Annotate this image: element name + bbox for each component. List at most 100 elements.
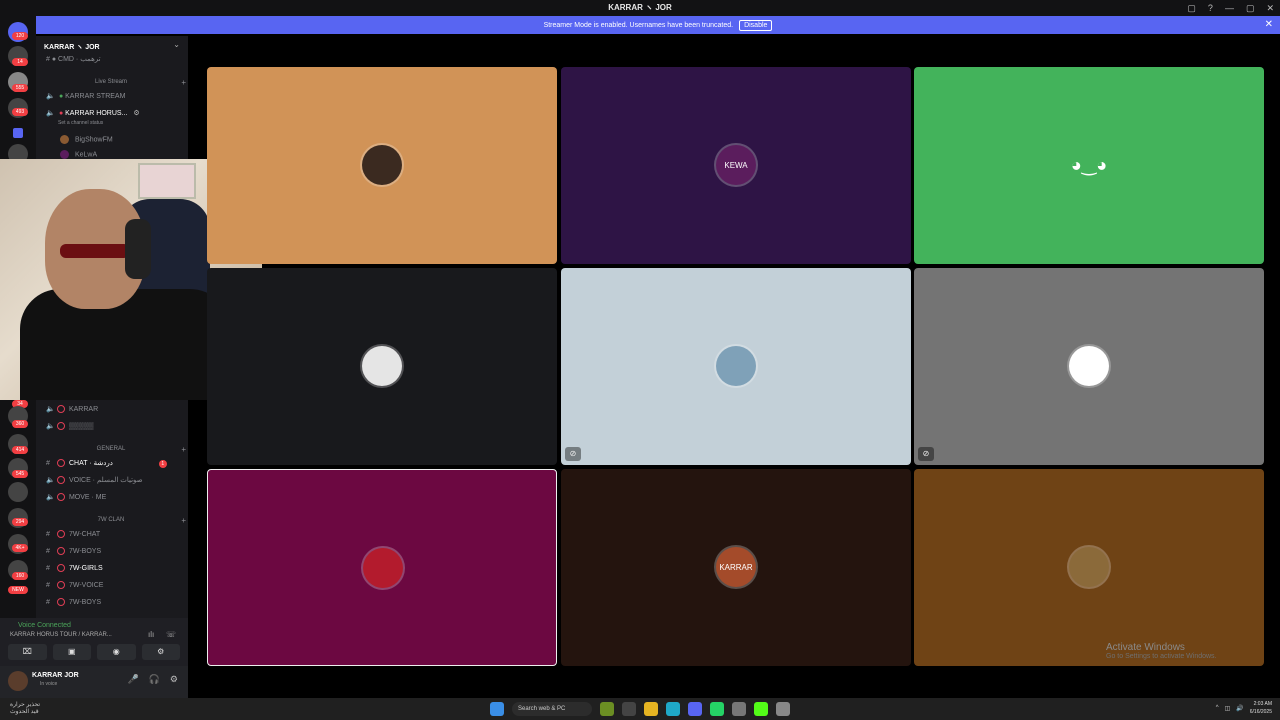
add-channel-icon[interactable]: + (181, 516, 186, 525)
weather-widget[interactable]: تحذير حرارة قيد الحدوث (10, 702, 40, 716)
channel-7w-voice[interactable]: # 7W-VOICE (46, 581, 103, 589)
channel-move[interactable]: 🔈 MOVE · ME (46, 493, 107, 502)
channel-7w-boys[interactable]: # 7W-BOYS (46, 547, 101, 555)
user-label: KeLwA (74, 151, 98, 159)
maximize-button[interactable]: ▢ (1246, 3, 1255, 14)
video-tile-selected[interactable] (207, 469, 557, 666)
settings-icon[interactable]: ⚙ (133, 110, 139, 117)
video-tile[interactable]: ⊘ (561, 268, 911, 465)
headphones-icon[interactable]: 🎧 (149, 674, 160, 685)
hash-icon: # (46, 460, 50, 467)
gear-icon[interactable]: ⚙ (170, 674, 178, 685)
help-icon[interactable]: ? (1208, 3, 1213, 13)
avatar (60, 135, 69, 144)
file-explorer-icon[interactable] (644, 702, 658, 716)
channel-live-stream[interactable]: 🔈 ● KARRAR STREAM (46, 92, 125, 100)
category-general[interactable]: GENERAL + (46, 445, 186, 454)
microphone-icon[interactable]: 🎤 (127, 674, 138, 685)
clock[interactable]: 2:03 AM 6/16/2025 (1250, 700, 1272, 716)
channel-label: VOICE · صوتيات المسلم (68, 477, 143, 484)
taskbar-apps: Search web & PC (490, 700, 790, 718)
channel-label: KARRAR STREAM (65, 93, 126, 100)
channel-7w-boys-2[interactable]: # 7W-BOYS (46, 598, 101, 606)
video-tile[interactable] (207, 268, 557, 465)
channel-karrar[interactable]: 🔈 KARRAR (46, 405, 98, 414)
task-view-icon[interactable] (622, 702, 636, 716)
banner-close-icon[interactable]: ✕ (1265, 19, 1273, 30)
video-tile[interactable] (914, 469, 1264, 666)
status-ring-icon (57, 459, 65, 468)
badge: 555 (12, 84, 28, 92)
inbox-icon[interactable]: ▢ (1187, 3, 1196, 14)
sunglasses (60, 244, 130, 258)
network-icon[interactable]: ◫ (1225, 705, 1231, 712)
category-label: Live Stream (94, 79, 127, 85)
video-tile[interactable]: KEWA (561, 67, 911, 264)
voice-user[interactable]: BigShowFM (60, 135, 113, 144)
video-tile[interactable]: ◕‿◕ (914, 67, 1264, 264)
avatar (60, 150, 69, 159)
system-tray: ^ ◫ 🔊 2:03 AM 6/16/2025 (1216, 700, 1272, 716)
watermark-title: Activate Windows (1106, 642, 1185, 653)
volume-icon[interactable]: 🔊 (1236, 705, 1243, 712)
disconnect-icon[interactable]: ☏ (166, 630, 176, 639)
channel-hidden[interactable]: 🔈 ▒▒▒▒▒ (46, 422, 94, 431)
badge: 493 (12, 108, 28, 116)
video-tile[interactable]: KARRAR (561, 469, 911, 666)
discord-icon[interactable] (688, 702, 702, 716)
badge: 360 (12, 420, 28, 428)
folder-icon[interactable] (13, 128, 23, 138)
participant-avatar (1069, 547, 1109, 587)
channel-chat[interactable]: # CHAT · دردشة 1 (46, 459, 167, 468)
participant-avatar: KEWA (716, 145, 756, 185)
minimize-button[interactable]: — (1225, 3, 1234, 13)
server-name[interactable]: KARRAR ヽ JOR (44, 42, 100, 52)
chevron-up-icon[interactable]: ^ (1216, 705, 1219, 711)
status-ring-icon (57, 564, 65, 572)
voice-actions: ⌧ ▣ ◉ ⚙ (8, 644, 180, 660)
channel-horus[interactable]: 🔈 ● KARRAR HORUS... ⚙ (46, 109, 140, 117)
add-channel-icon[interactable]: + (181, 78, 186, 87)
noise-suppression-icon[interactable]: ılı (148, 630, 154, 639)
avatar[interactable] (8, 671, 28, 691)
close-button[interactable]: ✕ (1266, 3, 1274, 14)
start-button[interactable] (490, 702, 504, 716)
speaker-icon: 🔈 (46, 477, 55, 484)
video-tile[interactable]: ⊘ (914, 268, 1264, 465)
activate-windows-watermark: Activate Windows Go to Settings to activ… (1106, 642, 1217, 660)
taskbar-search[interactable]: Search web & PC (512, 702, 592, 716)
voice-user[interactable]: KeLwA (60, 150, 97, 159)
screen-share-button[interactable]: ▣ (52, 644, 91, 660)
channel-voice[interactable]: 🔈 VOICE · صوتيات المسلم (46, 476, 143, 485)
edge-icon[interactable] (666, 702, 680, 716)
participant-avatar (362, 346, 402, 386)
voice-channel-name[interactable]: KARRAR HORUS TOUR / KARRAR... (10, 632, 112, 638)
channel-7w-chat[interactable]: # 7W-CHAT (46, 530, 100, 538)
video-tile[interactable] (207, 67, 557, 264)
activity-button[interactable]: ◉ (97, 644, 136, 660)
channel-status[interactable]: Set a channel status (58, 120, 103, 126)
channel-7w-girls[interactable]: # 7W-GIRLS (46, 564, 103, 572)
user-status: In voice (40, 681, 58, 687)
username[interactable]: KARRAR JOR (32, 672, 79, 679)
settings-icon[interactable] (776, 702, 790, 716)
soundboard-button[interactable]: ⚙ (141, 644, 180, 660)
kick-icon[interactable] (754, 702, 768, 716)
chevron-down-icon[interactable]: ⌄ (173, 40, 180, 49)
channel-label: MOVE · ME (68, 494, 107, 501)
muted-mic-icon: ⊘ (918, 447, 934, 461)
calculator-icon[interactable] (732, 702, 746, 716)
category-live-stream[interactable]: Live Stream + (46, 78, 186, 87)
widgets-icon[interactable] (600, 702, 614, 716)
hash-icon: # (46, 530, 50, 538)
channel-cmd[interactable]: # ● CMD · ترهمب (46, 55, 101, 63)
badge: 4K+ (12, 544, 28, 552)
category-7w-clan[interactable]: 7W CLAN + (46, 516, 186, 525)
server-icon[interactable] (8, 482, 28, 502)
disable-streamer-mode-button[interactable]: Disable (739, 19, 773, 31)
camera-off-button[interactable]: ⌧ (8, 644, 47, 660)
add-channel-icon[interactable]: + (181, 445, 186, 454)
speaker-icon: 🔈 (46, 406, 55, 413)
user-panel: KARRAR JOR In voice 🎤 🎧 ⚙ (0, 666, 188, 698)
whatsapp-icon[interactable] (710, 702, 724, 716)
